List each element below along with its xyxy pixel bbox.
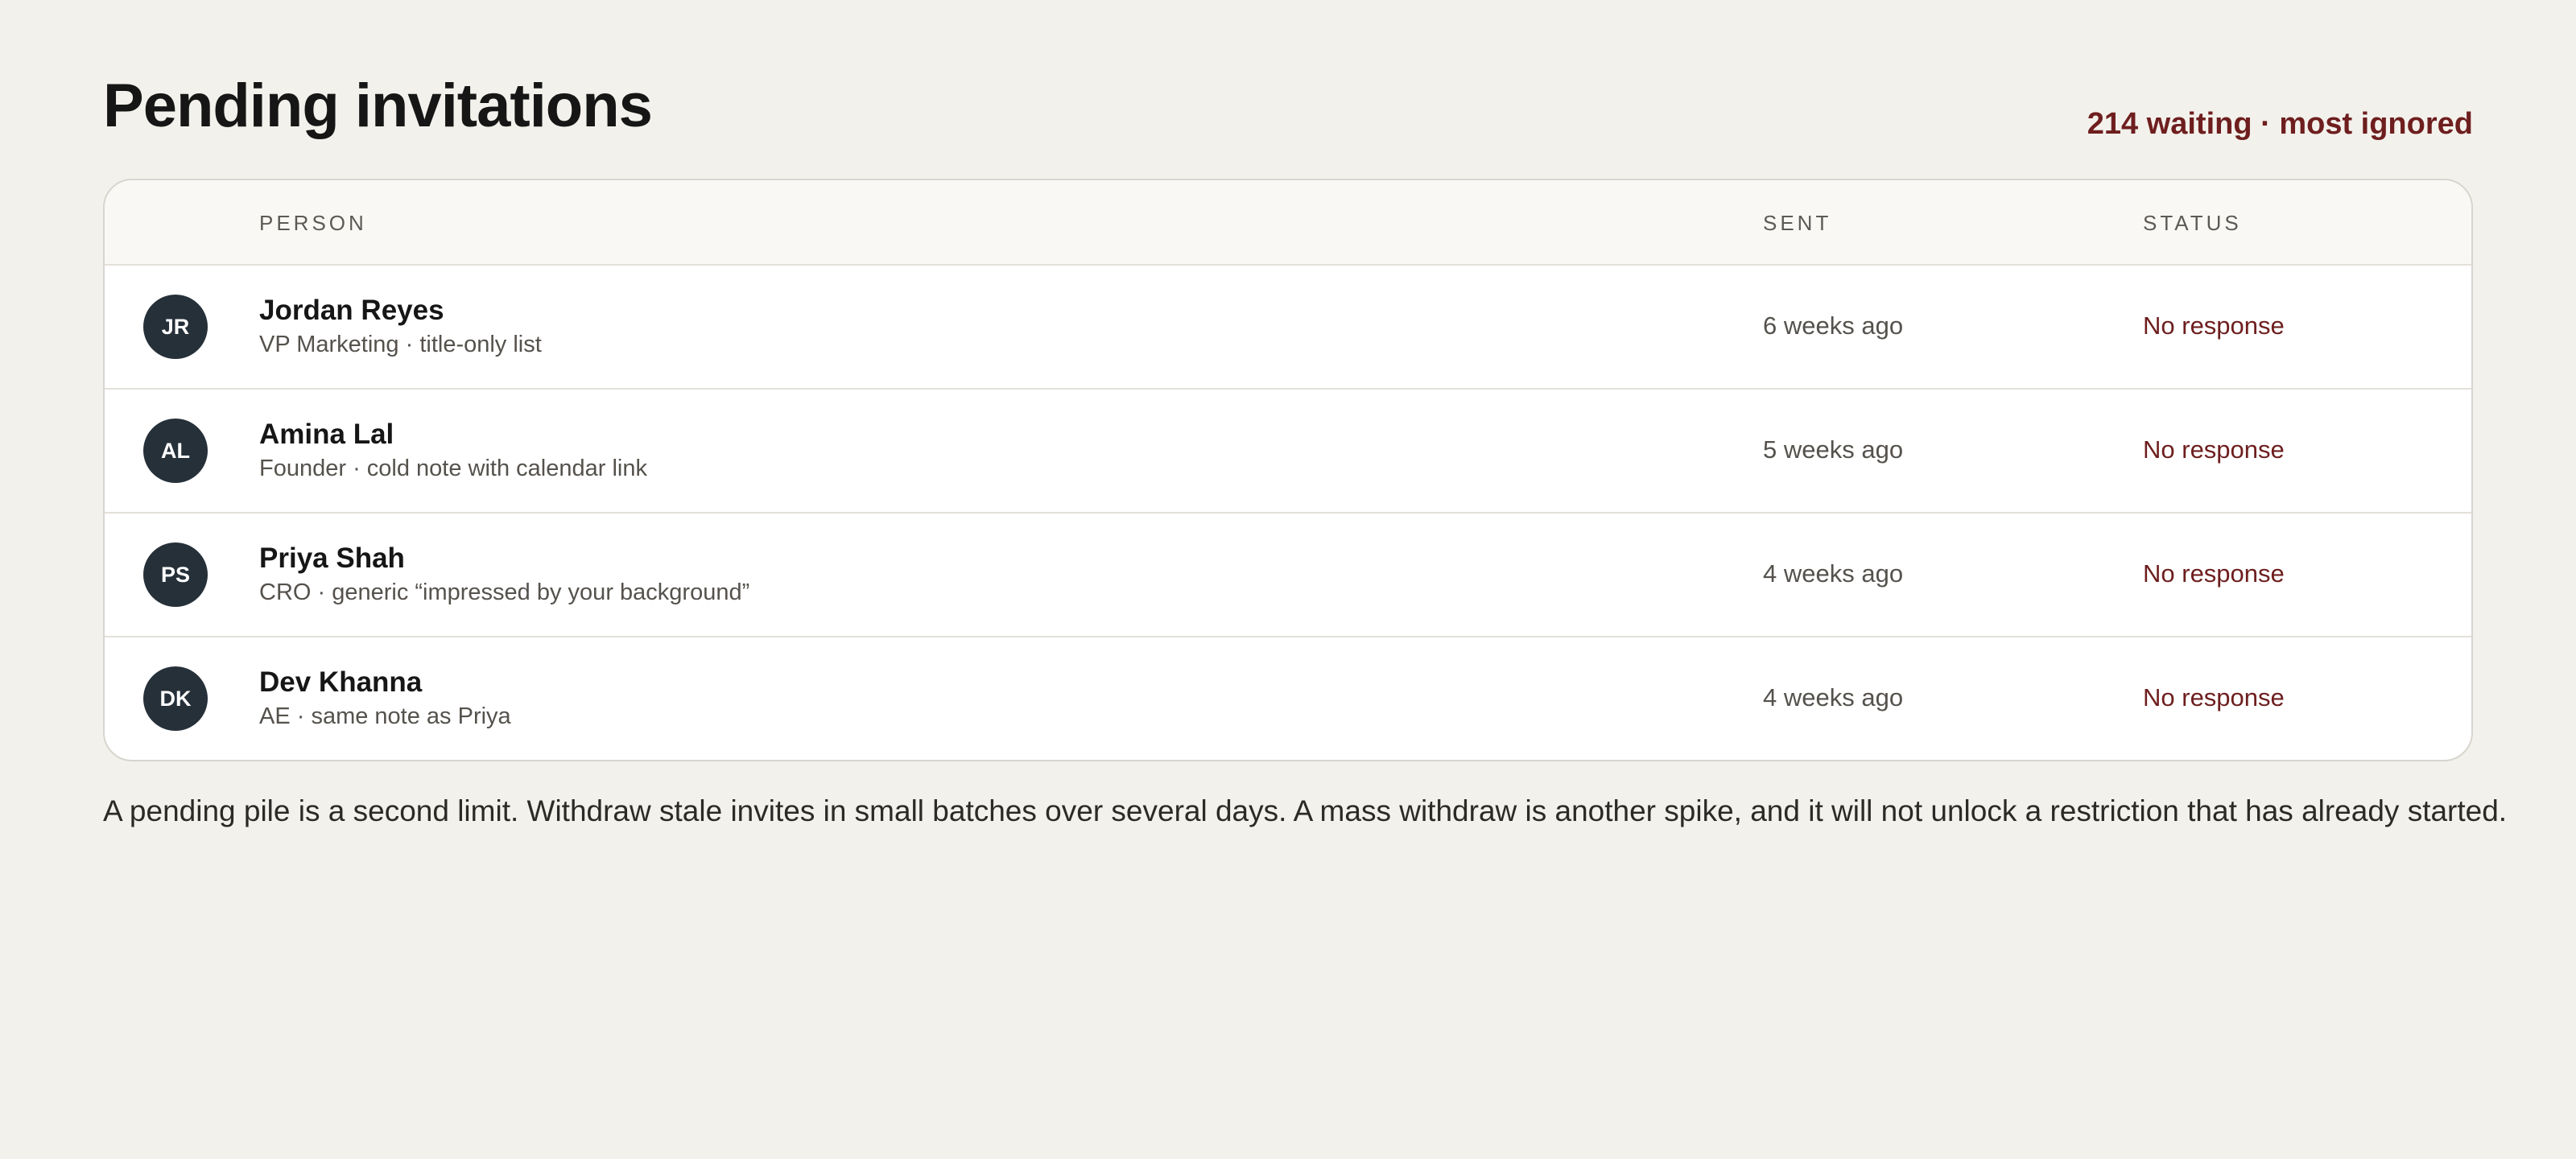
table-header: PERSON SENT STATUS bbox=[105, 180, 2471, 266]
avatar: PS bbox=[143, 542, 208, 607]
guidance-note: A pending pile is a second limit. Withdr… bbox=[103, 794, 2508, 827]
invitations-table: PERSON SENT STATUS JR Jordan Reyes VP Ma… bbox=[103, 179, 2473, 761]
column-header-status[interactable]: STATUS bbox=[2143, 211, 2242, 236]
status-text: No response bbox=[2143, 683, 2285, 711]
person-note: AE · same note as Priya bbox=[259, 703, 511, 729]
person-name: Priya Shah bbox=[259, 542, 405, 574]
person-name: Dev Khanna bbox=[259, 666, 423, 698]
avatar: AL bbox=[143, 419, 208, 483]
sent-time: 4 weeks ago bbox=[1763, 559, 1904, 588]
column-header-sent[interactable]: SENT bbox=[1763, 211, 1831, 236]
status-text: No response bbox=[2143, 311, 2285, 340]
sent-time: 5 weeks ago bbox=[1763, 435, 1904, 464]
person-name: Amina Lal bbox=[259, 419, 394, 450]
person-note: CRO · generic “impressed by your backgro… bbox=[259, 580, 750, 605]
sent-time: 6 weeks ago bbox=[1763, 311, 1904, 340]
status-text: No response bbox=[2143, 435, 2285, 464]
person-name: Jordan Reyes bbox=[259, 295, 444, 326]
table-row[interactable]: DK Dev Khanna AE · same note as Priya 4 … bbox=[105, 637, 2471, 760]
invitations-page: Pending invitations 214 waiting · most i… bbox=[103, 0, 2507, 827]
pending-summary: 214 waiting · most ignored bbox=[2087, 107, 2473, 141]
avatar: JR bbox=[143, 295, 208, 359]
column-header-person[interactable]: PERSON bbox=[259, 211, 367, 236]
person-note: Founder · cold note with calendar link bbox=[259, 456, 647, 481]
table-row[interactable]: PS Priya Shah CRO · generic “impressed b… bbox=[105, 514, 2471, 637]
avatar: DK bbox=[143, 666, 208, 731]
sent-time: 4 weeks ago bbox=[1763, 683, 1904, 711]
table-row[interactable]: JR Jordan Reyes VP Marketing · title-onl… bbox=[105, 266, 2471, 390]
page-header: Pending invitations 214 waiting · most i… bbox=[103, 0, 2473, 179]
page-title: Pending invitations bbox=[103, 72, 653, 140]
table-row[interactable]: AL Amina Lal Founder · cold note with ca… bbox=[105, 390, 2471, 514]
person-note: VP Marketing · title-only list bbox=[259, 332, 542, 357]
status-text: No response bbox=[2143, 559, 2285, 588]
